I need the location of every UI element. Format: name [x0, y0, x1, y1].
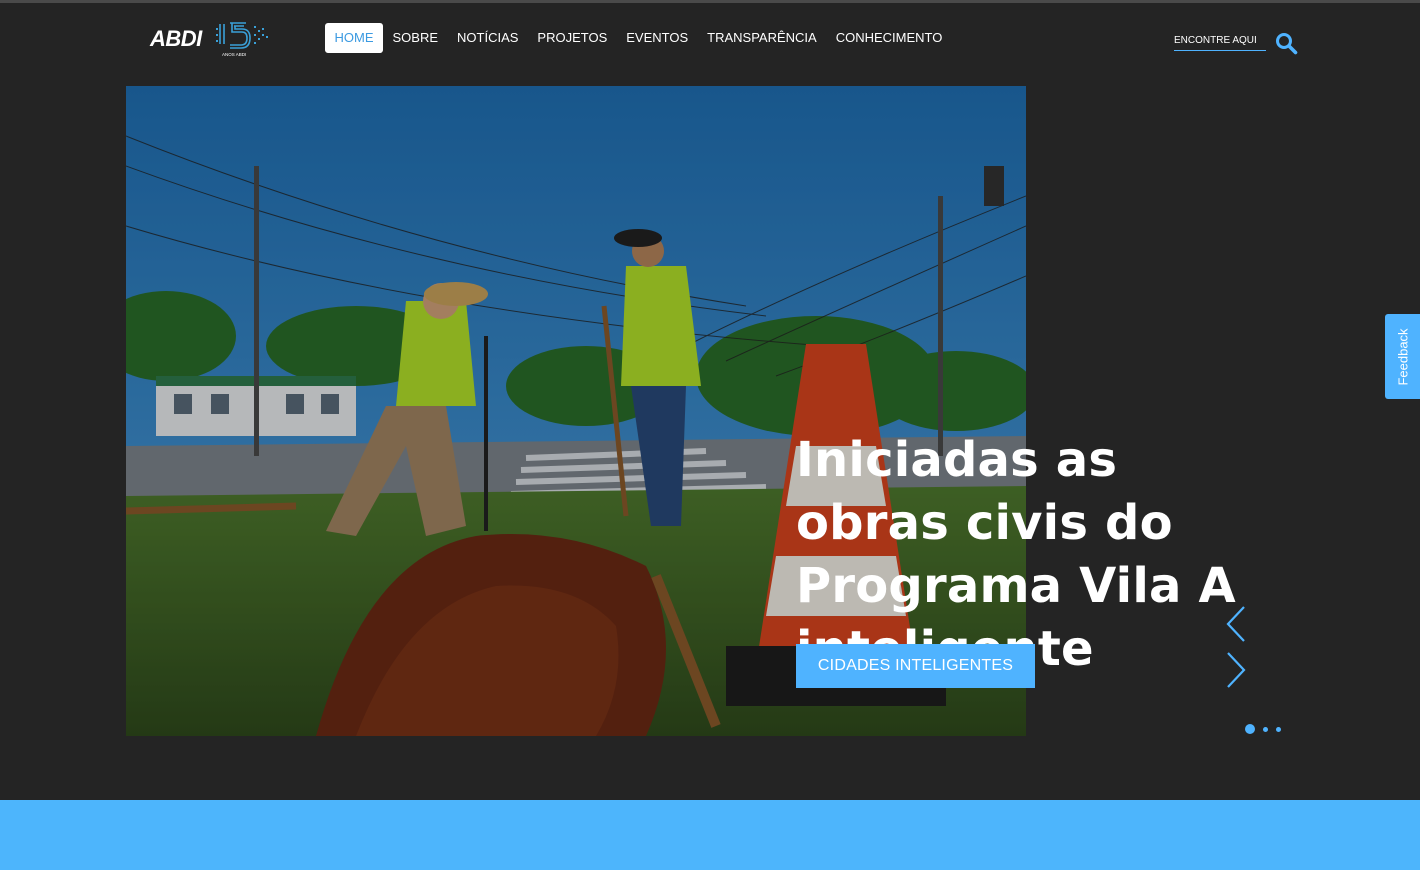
search-icon[interactable] [1274, 31, 1298, 55]
feedback-tab[interactable]: Feedback [1385, 314, 1420, 399]
nav-item-sobre[interactable]: SOBRE [383, 23, 448, 53]
anniversary-badge-icon: ANOS ABDI [216, 22, 268, 57]
carousel-dot-1[interactable] [1245, 724, 1255, 734]
carousel-dots [1245, 724, 1289, 734]
logo-badge-caption: ANOS ABDI [222, 52, 246, 57]
top-border [0, 0, 1420, 3]
category-tag-button[interactable]: CIDADES INTELIGENTES [796, 644, 1035, 688]
main-nav: HOME SOBRE NOTÍCIAS PROJETOS EVENTOS TRA… [325, 23, 952, 53]
chevron-left-icon[interactable] [1224, 604, 1250, 644]
nav-item-home[interactable]: HOME [325, 23, 383, 53]
section-band [0, 800, 1420, 870]
nav-item-transparencia[interactable]: TRANSPARÊNCIA [698, 23, 827, 53]
chevron-right-icon[interactable] [1224, 650, 1250, 690]
nav-item-noticias[interactable]: NOTÍCIAS [448, 23, 528, 53]
search-input[interactable] [1174, 30, 1266, 51]
nav-item-eventos[interactable]: EVENTOS [617, 23, 698, 53]
nav-item-projetos[interactable]: PROJETOS [528, 23, 617, 53]
logo[interactable]: ABDI ANOS ABDI [150, 18, 275, 58]
logo-text: ABDI [150, 26, 202, 51]
page: ABDI ANOS ABDI HOME SOBRE NOTÍCIAS PROJE… [0, 0, 1420, 870]
search [1174, 30, 1300, 56]
feedback-label: Feedback [1395, 327, 1410, 386]
carousel-dot-3[interactable] [1276, 726, 1281, 732]
nav-item-conhecimento[interactable]: CONHECIMENTO [826, 23, 952, 53]
carousel-dot-2[interactable] [1263, 726, 1268, 732]
